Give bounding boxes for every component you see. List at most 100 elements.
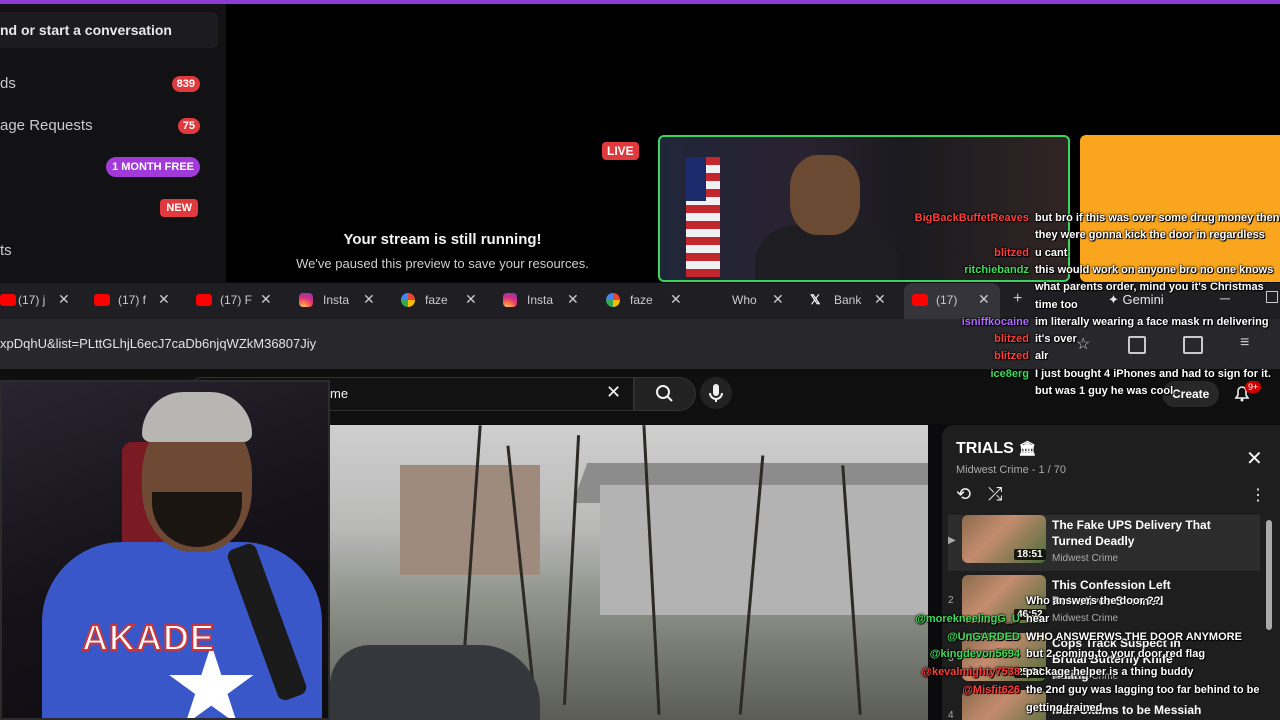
participant-video-tile-2[interactable] xyxy=(1080,135,1280,282)
chat-username: @morekneelingG_U xyxy=(915,612,1020,625)
tab-label: Insta xyxy=(527,293,554,307)
tab-label: Who xyxy=(732,293,757,307)
close-tab-icon[interactable]: ✕ xyxy=(772,291,784,308)
close-tab-icon[interactable]: ✕ xyxy=(260,291,272,308)
chat-username: blitzed xyxy=(994,333,1029,346)
chat-message: getting trained xyxy=(1026,701,1103,714)
close-playlist-icon[interactable]: ✕ xyxy=(1246,446,1263,471)
close-tab-icon[interactable]: ✕ xyxy=(670,291,682,308)
conversation-search[interactable]: nd or start a conversation xyxy=(0,12,218,48)
sidebar-item-shop[interactable]: NEW xyxy=(0,194,210,224)
parked-car xyxy=(330,645,540,720)
more-options-icon[interactable]: ⋮ xyxy=(1250,485,1266,505)
browser-tab[interactable]: Who ✕ xyxy=(708,283,790,319)
browser-tab[interactable]: (17) f ✕ xyxy=(94,283,176,319)
flag-canton xyxy=(686,157,706,201)
playlist-scrollbar[interactable] xyxy=(1266,520,1272,630)
live-badge: LIVE xyxy=(602,142,639,160)
shuffle-icon[interactable]: ⤮ xyxy=(988,484,1002,505)
instagram-icon xyxy=(503,293,517,307)
video-channel: Midwest Crime xyxy=(1052,613,1119,624)
sparkle-icon: ✦ xyxy=(1108,292,1123,307)
item-index: 4 xyxy=(948,710,954,720)
notification-count-badge: 9+ xyxy=(1245,381,1262,393)
item-index: 2 xyxy=(948,595,954,606)
youtube-search-value: me xyxy=(330,386,349,401)
youtube-search-button[interactable] xyxy=(634,377,696,411)
browser-tab[interactable]: (17) j ✕ xyxy=(0,283,78,319)
chat-username: blitzed xyxy=(994,350,1029,363)
browser-tab[interactable]: (17) F ✕ xyxy=(196,283,278,319)
sidebar-item-friends[interactable]: ds 839 xyxy=(0,69,210,99)
screenshot-icon[interactable] xyxy=(1183,336,1203,354)
voice-search-button[interactable] xyxy=(700,377,732,409)
chat-username: @kingdevon5694 xyxy=(929,648,1020,661)
browser-tab-active[interactable]: (17) ✕ xyxy=(904,283,1000,319)
playlist-title: TRIALS 🏛 xyxy=(956,440,1037,457)
chat-username: ice8erg xyxy=(990,367,1029,380)
tree xyxy=(562,435,581,705)
address-bar-url[interactable]: xpDqhU&list=PLttGLhjL6ecJ7caDb6njqWZkM36… xyxy=(0,336,316,351)
chat-username: isniffkocaine xyxy=(961,315,1029,328)
google-icon xyxy=(606,293,620,307)
streamer-cap xyxy=(142,392,252,442)
shirt-text: AKADE xyxy=(81,616,216,659)
close-tab-icon[interactable]: ✕ xyxy=(978,291,990,308)
bookmark-star-icon[interactable]: ☆ xyxy=(1076,334,1090,354)
google-icon xyxy=(401,293,415,307)
tab-label: faze xyxy=(630,293,653,307)
participant-video-tile[interactable] xyxy=(658,135,1070,282)
playlist-subtitle: Midwest Crime - 1 / 70 xyxy=(956,464,1067,476)
playlist-item[interactable]: ▶ 18:51 The Fake UPS Delivery That Turne… xyxy=(948,515,1260,571)
close-tab-icon[interactable]: ✕ xyxy=(58,291,70,308)
requests-count-badge: 75 xyxy=(177,118,200,134)
chat-message: they were gonna kick the door in regardl… xyxy=(1035,229,1265,242)
loop-icon[interactable]: ⟲ xyxy=(956,484,971,505)
youtube-icon xyxy=(94,294,110,306)
gemini-label: Gemini xyxy=(1122,292,1164,307)
chat-message: WHO ANSWERWS THE DOOR ANYMORE xyxy=(1026,630,1242,643)
close-tab-icon[interactable]: ✕ xyxy=(567,291,579,308)
stream-paused-subtitle: We've paused this preview to save your r… xyxy=(296,256,589,271)
close-tab-icon[interactable]: ✕ xyxy=(363,291,375,308)
video-player[interactable] xyxy=(330,425,928,720)
playlist-queue-icon[interactable]: ≡ xyxy=(1240,334,1249,352)
new-tab-button[interactable]: + xyxy=(1013,290,1022,308)
free-month-pill: 1 MONTH FREE xyxy=(106,157,200,177)
chat-username: @kevalmighty7538 xyxy=(921,666,1020,679)
close-tab-icon[interactable]: ✕ xyxy=(465,291,477,308)
browser-tab[interactable]: faze ✕ xyxy=(401,283,483,319)
browser-tab[interactable]: faze ✕ xyxy=(606,283,688,319)
chat-username: @UnGARDED xyxy=(946,630,1020,643)
chat-username: blitzed xyxy=(994,246,1029,259)
chat-message: package helper is a thing buddy xyxy=(1026,666,1194,679)
stream-paused-title: Your stream is still running! xyxy=(343,231,542,248)
conversation-search-text: nd or start a conversation xyxy=(0,22,172,38)
youtube-icon xyxy=(912,294,928,306)
chat-message: but 2 coming to your door red flag xyxy=(1026,648,1206,661)
tab-label: (17) F xyxy=(220,293,253,307)
chat-username: @Misfit626 xyxy=(962,684,1020,696)
close-tab-icon[interactable]: ✕ xyxy=(158,291,170,308)
browser-tab[interactable]: 𝕏 Bank ✕ xyxy=(810,283,892,319)
tab-label: (17) j xyxy=(18,293,46,307)
chat-username: ritchiebandz xyxy=(964,263,1029,276)
sidebar-item-label: age Requests xyxy=(0,117,93,134)
sidebar-item-label: ts xyxy=(0,242,12,259)
chat-message: Who answers the door ?? xyxy=(1026,595,1161,607)
close-tab-icon[interactable]: ✕ xyxy=(874,291,886,308)
gemini-button[interactable]: ✦ Gemini xyxy=(1108,292,1164,308)
maximize-icon[interactable] xyxy=(1266,291,1278,303)
friends-count-badge: 839 xyxy=(171,76,200,92)
sidebar-item-more[interactable]: ts xyxy=(0,236,210,266)
clear-search-icon[interactable]: ✕ xyxy=(606,382,621,403)
chat-message: im literally wearing a face mask rn deli… xyxy=(1035,315,1269,328)
tab-label: Insta xyxy=(323,293,350,307)
browser-tab[interactable]: Insta ✕ xyxy=(503,283,585,319)
sidebar-item-nitro[interactable]: 1 MONTH FREE xyxy=(0,152,210,182)
sidebar-item-message-requests[interactable]: age Requests 75 xyxy=(0,111,210,141)
participant-head xyxy=(790,155,860,235)
chat-message: hear xyxy=(1026,612,1050,625)
browser-tab[interactable]: Insta ✕ xyxy=(299,283,381,319)
extensions-icon[interactable] xyxy=(1128,336,1146,354)
